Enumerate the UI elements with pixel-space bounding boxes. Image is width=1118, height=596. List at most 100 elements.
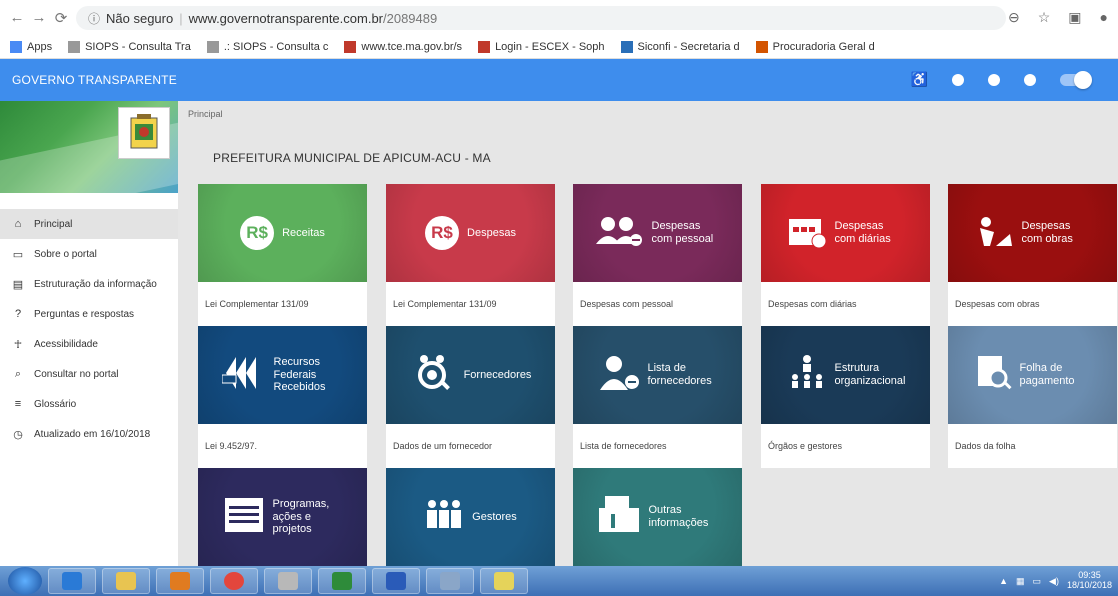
tile-footer[interactable]: Despesas com obras	[948, 282, 1117, 326]
tile-title: Gestores	[472, 510, 517, 523]
theme-toggle[interactable]	[1060, 70, 1092, 89]
tile[interactable]: Lista de fornecedores Lista de fornecedor…	[573, 326, 742, 468]
forward-icon[interactable]: →	[28, 9, 50, 26]
tile-banner[interactable]: Folha de pagamento	[948, 326, 1117, 424]
tile-banner[interactable]: Programas, ações e projetos	[198, 468, 367, 566]
page-title: PREFEITURA MUNICIPAL DE APICUM-ACU - MA	[213, 151, 491, 165]
tile[interactable]: R$ Despesas Lei Complementar 131/09	[386, 184, 555, 326]
rs-up-icon: R$	[240, 216, 275, 250]
tile-footer[interactable]: Lei Complementar 131/09	[198, 282, 367, 326]
tile-title: Fornecedores	[463, 368, 532, 381]
tile-footer[interactable]: Dados da folha	[948, 424, 1117, 468]
chrome-taskbar-button[interactable]	[210, 568, 258, 594]
tile-title: Programas, ações e projetos	[272, 498, 330, 536]
tile-footer[interactable]: Despesas com pessoal	[573, 282, 742, 326]
font-decrease-icon[interactable]	[1024, 73, 1036, 86]
people-minus-icon	[594, 214, 644, 253]
explorer-taskbar-button[interactable]	[102, 568, 150, 594]
calculator-taskbar-button[interactable]	[426, 568, 474, 594]
bookmark-item[interactable]: Apps	[10, 40, 52, 53]
sidebar-item[interactable]: ⌕ Consultar no portal	[0, 359, 178, 389]
tile-banner[interactable]: Despesas com diárias	[761, 184, 930, 282]
extension-icon[interactable]: ▣	[1068, 9, 1081, 26]
media-icon	[170, 572, 190, 590]
federal-icon	[221, 353, 266, 398]
tile-footer[interactable]: Despesas com diárias	[761, 282, 930, 326]
network-icon[interactable]: ▦	[1016, 576, 1025, 587]
sidebar-item[interactable]: ▤ Estruturação da informação	[0, 269, 178, 299]
profile-icon[interactable]: ●	[1100, 9, 1108, 26]
tools-icon	[278, 572, 298, 590]
start-button[interactable]	[8, 567, 42, 595]
tile[interactable]: Despesas com obras Despesas com obras	[948, 184, 1117, 326]
tray-arrow-icon[interactable]: ▲	[999, 576, 1008, 586]
tile-footer[interactable]: Dados de um fornecedor	[386, 424, 555, 468]
word-icon	[386, 572, 406, 590]
tile[interactable]: Estrutura organizacional Órgãos e gestore…	[761, 326, 930, 468]
tile[interactable]: Despesas com diárias Despesas com diárias	[761, 184, 930, 326]
bookmark-item[interactable]: Siconfi - Secretaria d	[620, 40, 740, 53]
question-icon: ?	[14, 308, 22, 320]
bookmark-item[interactable]: www.tce.ma.gov.br/s	[344, 40, 462, 53]
clock[interactable]: 09:35 18/10/2018	[1067, 570, 1112, 591]
bookmark-item[interactable]: SIOPS - Consulta Tra	[68, 40, 191, 53]
tile-footer[interactable]: Órgãos e gestores	[761, 424, 930, 468]
sidebar-item[interactable]: ≡ Glossário	[0, 389, 178, 419]
tile-footer[interactable]: Lei 9.452/97.	[198, 424, 367, 468]
search-icon: ⌕	[14, 367, 22, 380]
tile-banner[interactable]: R$ Receitas	[198, 184, 367, 282]
back-icon[interactable]: ←	[6, 9, 28, 26]
star-icon[interactable]: ☆	[1038, 9, 1051, 26]
tile-banner[interactable]: R$ Despesas	[386, 184, 555, 282]
sidebar-item-label: Estruturação da informação	[34, 278, 157, 290]
tile-banner[interactable]: Gestores	[386, 468, 555, 566]
sidebar-item[interactable]: ⌂ Principal	[0, 209, 178, 239]
sidebar-item[interactable]: ◷ Atualizado em 16/10/2018	[0, 419, 178, 449]
tile-footer[interactable]: Lei Complementar 131/09	[386, 282, 555, 326]
payroll-icon	[976, 354, 1012, 397]
breadcrumb[interactable]: Principal	[188, 109, 223, 119]
volume-icon[interactable]: ◀)	[1049, 576, 1059, 587]
monitor-icon[interactable]: ▭	[1033, 576, 1042, 587]
contrast-icon[interactable]	[952, 73, 964, 86]
supplier-search-icon	[410, 353, 456, 398]
sidebar-item[interactable]: ▭ Sobre o portal	[0, 239, 178, 269]
tile[interactable]: Fornecedores Dados de um fornecedor	[386, 326, 555, 468]
tile-banner[interactable]: Recursos Federais Recebidos	[198, 326, 367, 424]
tile-banner[interactable]: Despesas com pessoal	[573, 184, 742, 282]
tile-banner[interactable]: Outras informações	[573, 468, 742, 566]
url-box[interactable]: ⓘ Não seguro | www.governotransparente.c…	[76, 6, 1006, 30]
folder-icon	[116, 572, 136, 590]
excel-taskbar-button[interactable]	[318, 568, 366, 594]
tile-footer[interactable]: Lista de fornecedores	[573, 424, 742, 468]
notes-taskbar-button[interactable]	[480, 568, 528, 594]
ie-taskbar-button[interactable]	[48, 568, 96, 594]
tile[interactable]: Despesas com pessoal Despesas com pessoal	[573, 184, 742, 326]
tile[interactable]: R$ Receitas Lei Complementar 131/09	[198, 184, 367, 326]
media-taskbar-button[interactable]	[156, 568, 204, 594]
tile[interactable]: Folha de pagamento Dados da folha	[948, 326, 1117, 468]
sidebar-item[interactable]: ☥ Acessibilidade	[0, 329, 178, 359]
tile-banner[interactable]: Lista de fornecedores	[573, 326, 742, 424]
font-increase-icon[interactable]	[988, 73, 1000, 86]
other-info-icon	[597, 495, 641, 539]
tile-banner[interactable]: Estrutura organizacional	[761, 326, 930, 424]
home-icon: ⌂	[14, 218, 22, 230]
bookmark-item[interactable]: .: SIOPS - Consulta c	[206, 40, 328, 53]
bookmark-item[interactable]: Procuradoria Geral d	[755, 40, 875, 53]
tile-banner[interactable]: Fornecedores	[386, 326, 555, 424]
info-icon[interactable]: ⓘ	[88, 10, 100, 27]
page-icon	[206, 40, 219, 53]
security-label: Não seguro	[106, 10, 174, 26]
bookmark-item[interactable]: Login - ESCEX - Soph	[478, 40, 605, 53]
tile[interactable]: Recursos Federais Recebidos Lei 9.452/97.	[198, 326, 367, 468]
accessibility-icon[interactable]: ♿	[911, 71, 928, 88]
sidebar-item[interactable]: ? Perguntas e respostas	[0, 299, 178, 329]
word-taskbar-button[interactable]	[372, 568, 420, 594]
tile-banner[interactable]: Despesas com obras	[948, 184, 1117, 282]
bookmark-label: Login - ESCEX - Soph	[495, 40, 605, 53]
reload-icon[interactable]: ⟳	[50, 9, 72, 27]
zoom-icon[interactable]: ⊖	[1008, 9, 1020, 26]
tile-title: Despesas com pessoal	[651, 220, 714, 245]
tools-taskbar-button[interactable]	[264, 568, 312, 594]
